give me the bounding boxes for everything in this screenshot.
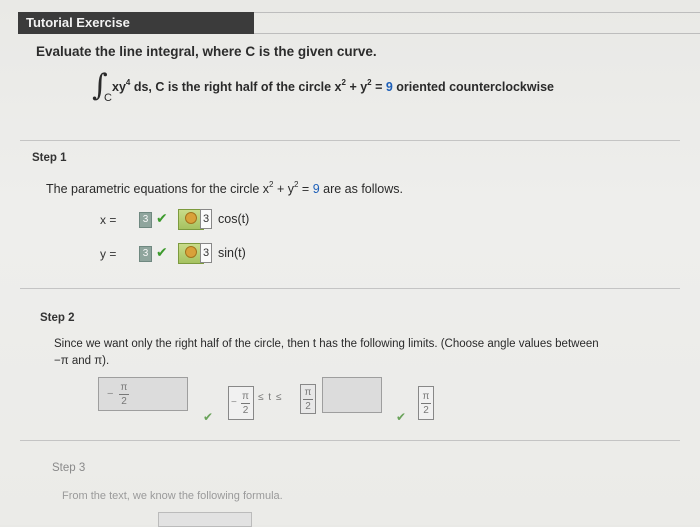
step-1-radius: 9 <box>312 182 320 196</box>
fraction-denominator: 2 <box>242 405 249 416</box>
inequality-t: ≤ t ≤ <box>258 392 283 403</box>
upper-limit-preview-fraction: π 2 <box>303 387 313 412</box>
step-2-label: Step 2 <box>40 312 75 324</box>
step-1-text-d: are as follows. <box>319 182 404 196</box>
fraction-denominator: 2 <box>423 405 429 416</box>
lower-limit-neg: − <box>107 388 114 400</box>
step-1-text-b: + y <box>273 182 294 196</box>
section-divider <box>20 140 680 141</box>
fraction-bar <box>303 399 313 400</box>
key-icon <box>185 246 197 258</box>
mid-limit-neg: − <box>231 397 237 408</box>
fraction-numerator: π <box>242 391 249 402</box>
step-1-text: The parametric equations for the circle … <box>46 180 403 196</box>
y-coefficient-field[interactable]: 3 <box>200 243 212 263</box>
fraction-bar <box>119 394 129 395</box>
y-function: sin(t) <box>218 246 246 260</box>
integrand-base: xy <box>112 80 126 94</box>
circle-equals: = <box>371 80 386 94</box>
integral-expression: ∫ C xy4 ds, C is the right half of the c… <box>92 68 612 108</box>
fraction-numerator: π <box>422 391 430 402</box>
step-1-text-c: = <box>298 182 313 196</box>
lower-limit-fraction: π 2 <box>119 382 129 407</box>
question-prompt: Evaluate the line integral, where C is t… <box>36 44 377 59</box>
upper-limit-answer-preview: π 2 <box>300 384 316 414</box>
step-3-text: From the text, we know the following for… <box>62 490 283 502</box>
far-limit-fraction: π 2 <box>421 391 431 416</box>
step-1-label: Step 1 <box>32 152 67 164</box>
x-correct-check-icon: ✔ <box>156 210 168 226</box>
x-answer-box[interactable]: 3 <box>139 212 152 228</box>
fraction-bar <box>241 403 250 404</box>
circle-radius-value: 9 <box>385 80 393 94</box>
lower-limit-check-icon: ✔ <box>203 410 214 424</box>
x-equation-label: x = <box>100 213 117 227</box>
y-answer-box[interactable]: 3 <box>139 246 152 262</box>
x-coefficient-field[interactable]: 3 <box>200 209 212 229</box>
fraction-denominator: 2 <box>305 401 311 412</box>
fraction-bar <box>421 403 431 404</box>
upper-limit-answer: π 2 <box>418 386 434 420</box>
section-divider <box>20 288 680 289</box>
integrand: xy4 ds, C is the right half of the circl… <box>112 78 554 94</box>
y-equation-label: y = <box>100 247 117 261</box>
lower-limit-answer: − π 2 <box>228 386 254 420</box>
mid-limit-fraction: π 2 <box>241 391 250 416</box>
integrand-description: ds, C is the right half of the circle x <box>130 80 342 94</box>
integral-subscript: C <box>104 92 112 104</box>
header-rule <box>254 12 700 34</box>
x-function: cos(t) <box>218 212 250 226</box>
step-1-text-a: The parametric equations for the circle … <box>46 182 270 196</box>
step-3-label: Step 3 <box>52 462 86 474</box>
circle-plus-y: + y <box>345 80 368 94</box>
key-icon <box>185 212 197 224</box>
step-2-line-1: Since we want only the right half of the… <box>54 338 599 350</box>
fraction-numerator: π <box>120 382 128 393</box>
upper-limit-field[interactable] <box>322 377 382 413</box>
fraction-denominator: 2 <box>121 396 127 407</box>
orientation-text: oriented counterclockwise <box>392 80 554 94</box>
y-correct-check-icon: ✔ <box>156 244 168 260</box>
step-2-line-2: −π and π). <box>54 355 110 367</box>
tutorial-header: Tutorial Exercise <box>18 12 254 34</box>
section-divider <box>20 440 680 441</box>
upper-limit-check-icon: ✔ <box>396 410 407 424</box>
fraction-numerator: π <box>304 387 312 398</box>
lower-limit-field[interactable]: − π 2 <box>98 377 188 411</box>
